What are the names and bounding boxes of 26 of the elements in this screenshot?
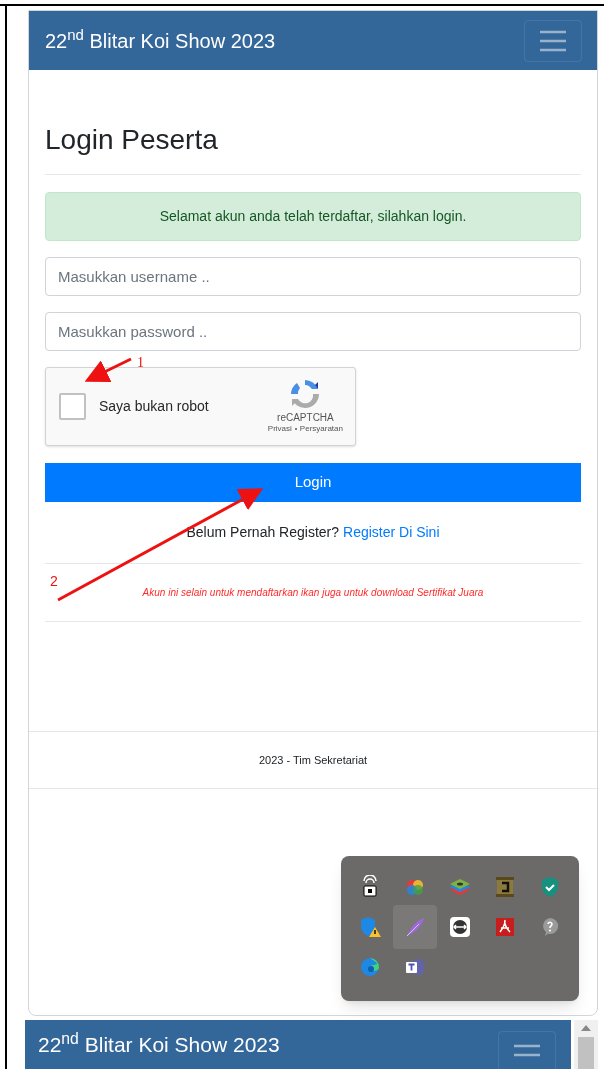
text-field[interactable]: Masukkan password ..: [45, 312, 581, 351]
register-link[interactable]: Register Di Sini: [343, 522, 440, 543]
menu-icon: [539, 29, 567, 52]
menu-button[interactable]: [524, 19, 582, 62]
text-field[interactable]: Masukkan username ..: [45, 257, 581, 296]
shield-warning-icon: [358, 914, 383, 939]
annotation-arrow: [84, 357, 132, 382]
privacy-link[interactable]: Privasi: [267, 424, 292, 434]
success-alert: Selamat akun anda telah terdaftar, silahkan login.: [45, 192, 581, 241]
terms-link[interactable]: Persyaratan: [299, 424, 343, 434]
recaptcha-brand: reCAPTCHA: [277, 412, 334, 424]
register-prompt: Belum Pernah Register?: [186, 523, 339, 542]
scroll-up-icon: [581, 1025, 591, 1031]
scrollbar-thumb[interactable]: [578, 1037, 594, 1069]
brand-title[interactable]: 22$^{nd}$ Blitar Koi Show 2023: [38, 1028, 280, 1061]
annotation-number: 1: [137, 354, 144, 372]
account-note: Akun ini selain untuk mendaftarkan ikan juga untuk download Sertifikat Juara: [142, 586, 484, 600]
menu-button[interactable]: [498, 1030, 556, 1069]
captcha-label: Saya bukan robot: [99, 397, 209, 416]
login-button[interactable]: Login: [45, 463, 581, 502]
annotation-number: 2: [50, 572, 58, 591]
footer-text: 2023 - Tim Sekretariat: [258, 752, 368, 768]
page-heading: Login Peserta: [45, 123, 219, 157]
recaptcha-logo-icon: [289, 378, 322, 410]
captcha-checkbox[interactable]: [59, 393, 86, 420]
brand-title[interactable]: 22$^{nd}$ Blitar Koi Show 2023: [45, 25, 276, 56]
